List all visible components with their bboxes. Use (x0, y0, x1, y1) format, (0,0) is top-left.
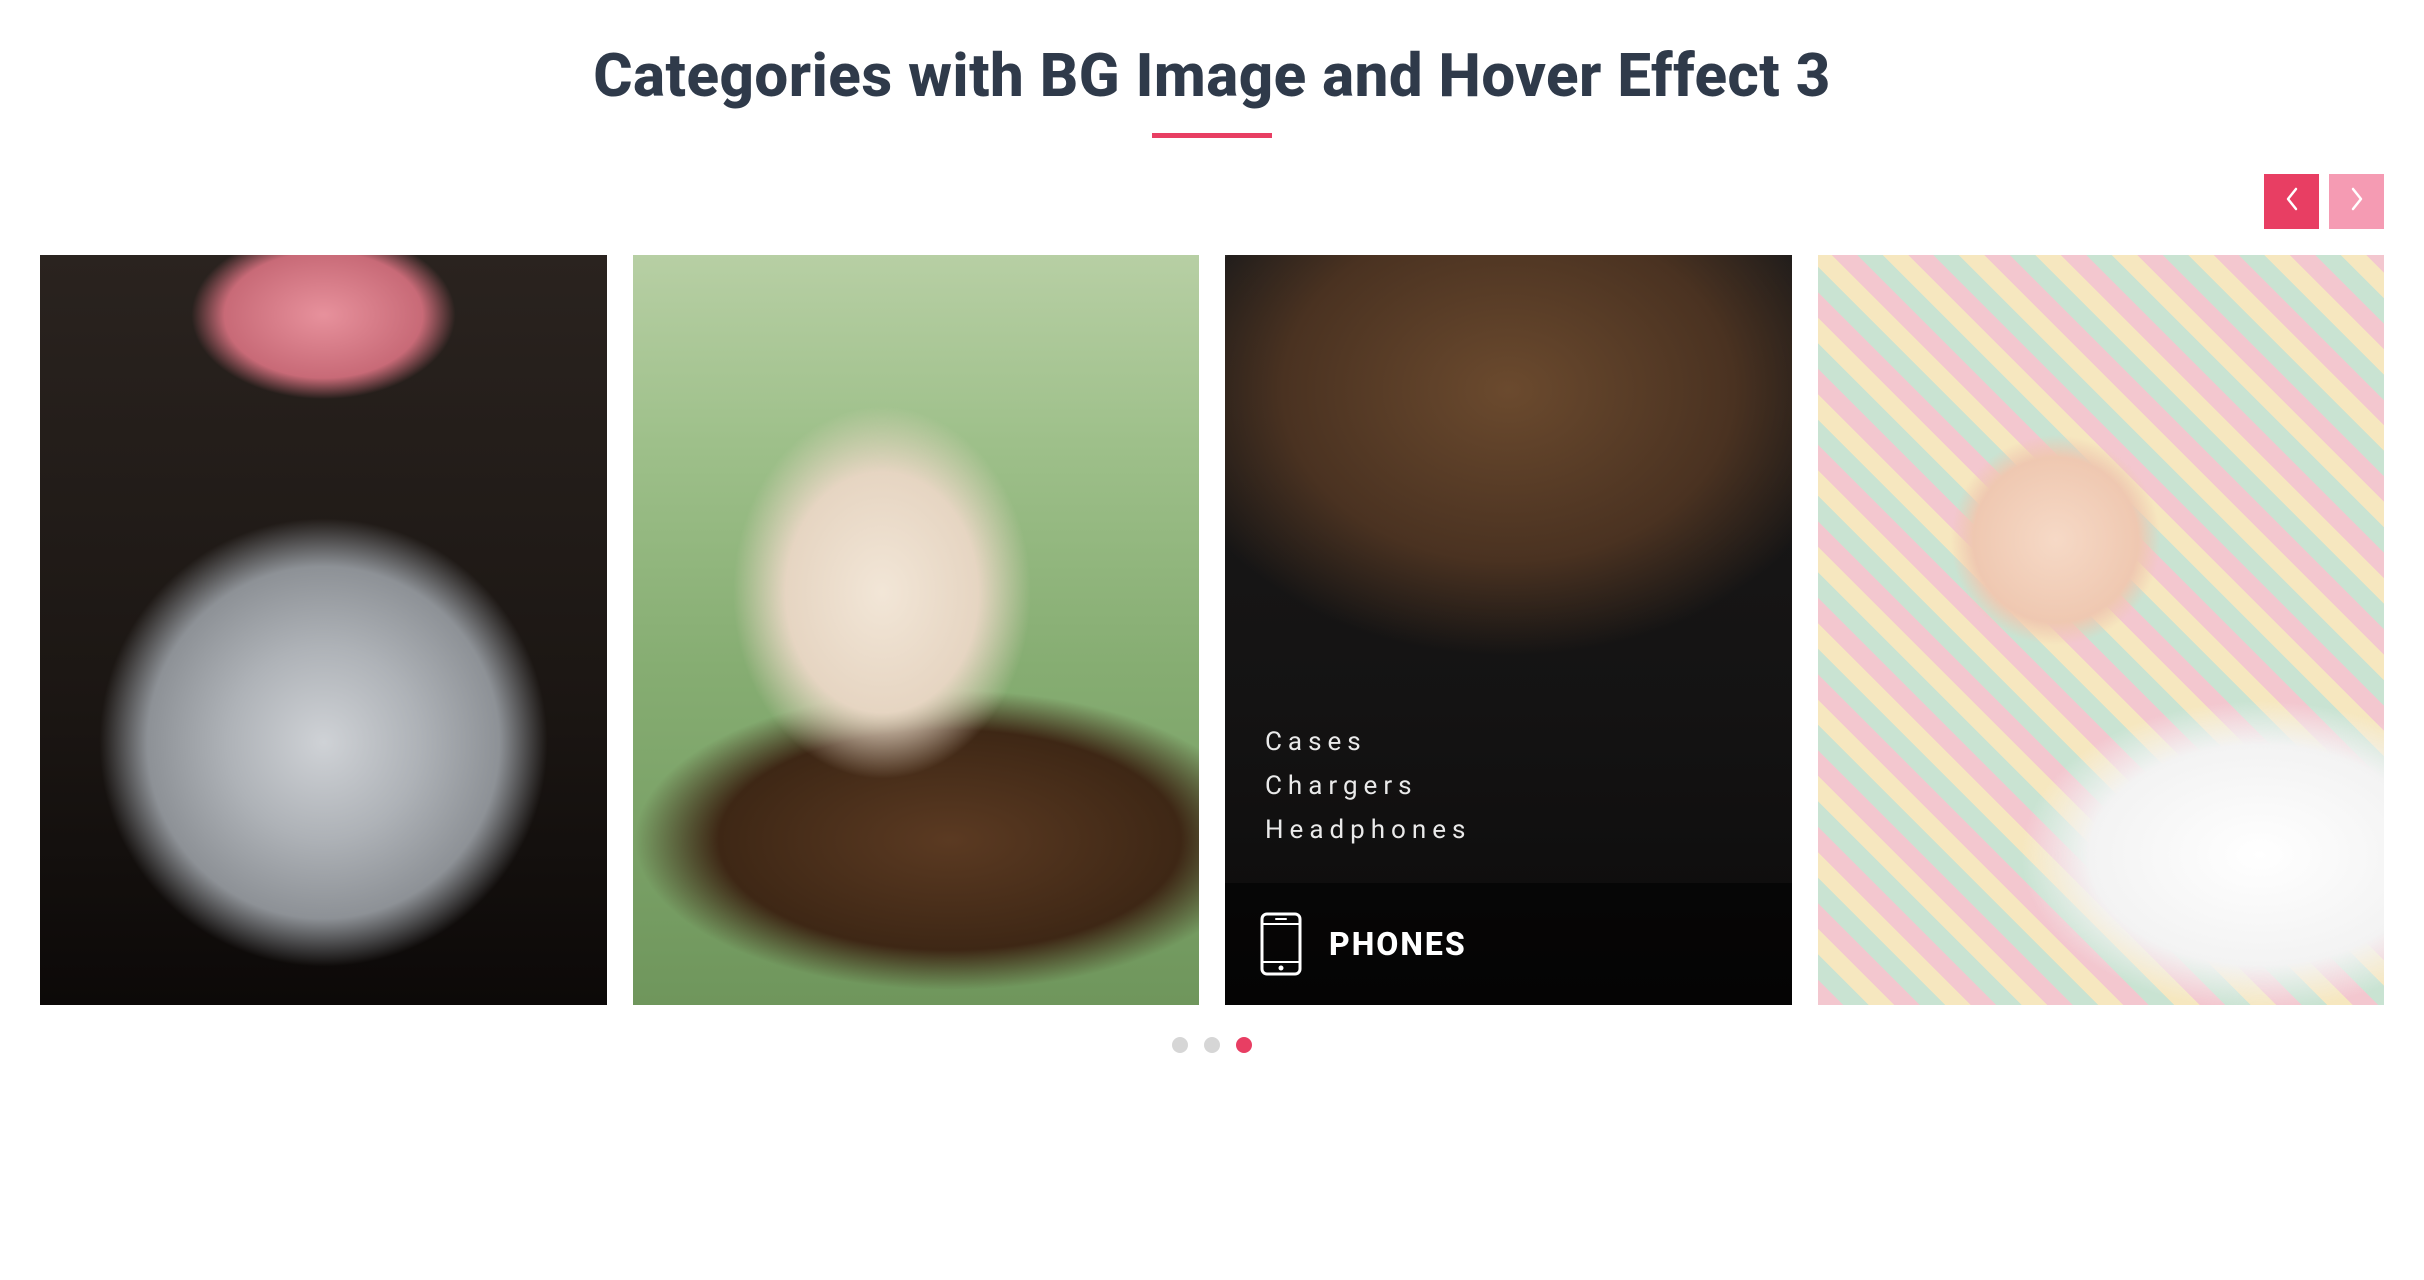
subcategory-list: Cases Chargers Headphones (1265, 727, 1471, 845)
subcategory-link[interactable]: Cases (1265, 727, 1471, 757)
category-carousel: Cases Chargers Headphones PHONES (0, 255, 2424, 1005)
carousel-nav (0, 148, 2424, 255)
carousel-dot[interactable] (1172, 1037, 1188, 1053)
subcategory-link[interactable]: Headphones (1265, 815, 1471, 845)
category-label: PHONES (1329, 925, 1467, 963)
category-card[interactable] (40, 255, 607, 1005)
carousel-prev-button[interactable] (2264, 174, 2319, 229)
category-footer: PHONES (1225, 883, 1792, 1005)
category-card[interactable] (633, 255, 1200, 1005)
title-underline (1152, 133, 1272, 138)
carousel-next-button[interactable] (2329, 174, 2384, 229)
carousel-dot[interactable] (1204, 1037, 1220, 1053)
carousel-dot-active[interactable] (1236, 1037, 1252, 1053)
categories-section: Categories with BG Image and Hover Effec… (0, 0, 2424, 1053)
category-card[interactable]: Cases Chargers Headphones PHONES (1225, 255, 1792, 1005)
chevron-left-icon (2285, 185, 2299, 218)
carousel-dots (0, 1037, 2424, 1053)
section-title-wrap: Categories with BG Image and Hover Effec… (0, 40, 2424, 138)
section-title: Categories with BG Image and Hover Effec… (0, 40, 2424, 111)
chevron-right-icon (2350, 185, 2364, 218)
category-card[interactable] (1818, 255, 2385, 1005)
subcategory-link[interactable]: Chargers (1265, 771, 1471, 801)
phone-icon (1259, 912, 1303, 976)
